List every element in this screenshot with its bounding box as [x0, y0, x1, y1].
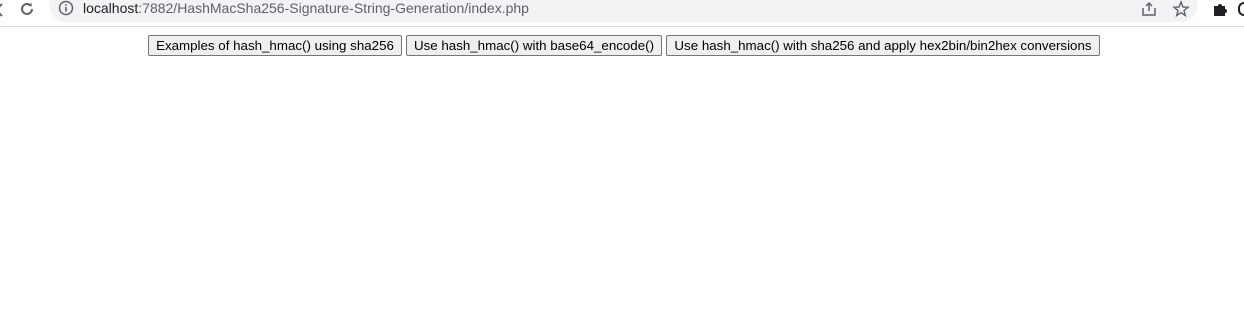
reload-button[interactable]: [16, 0, 38, 19]
url-path: :7882/HashMacSha256-Signature-String-Gen…: [138, 0, 529, 16]
share-button[interactable]: [1140, 0, 1158, 18]
profile-icon[interactable]: [1238, 2, 1244, 16]
button-row: Examples of hash_hmac() using sha256 Use…: [148, 35, 1100, 56]
browser-toolbar: localhost:7882/HashMacSha256-Signature-S…: [0, 0, 1244, 27]
address-bar[interactable]: localhost:7882/HashMacSha256-Signature-S…: [49, 0, 1198, 22]
puzzle-icon: [1214, 4, 1227, 16]
reload-icon: [21, 2, 33, 15]
share-icon: [1142, 1, 1156, 16]
extensions-button[interactable]: [1211, 0, 1229, 18]
examples-hash-hmac-sha256-button[interactable]: Examples of hash_hmac() using sha256: [148, 35, 402, 56]
hash-hmac-base64-button[interactable]: Use hash_hmac() with base64_encode(): [406, 35, 662, 56]
star-icon: [1172, 0, 1190, 18]
hash-hmac-hex-conversions-button[interactable]: Use hash_hmac() with sha256 and apply he…: [666, 35, 1100, 56]
page-content: Examples of hash_hmac() using sha256 Use…: [0, 27, 1244, 330]
info-icon[interactable]: [58, 0, 74, 16]
url-host: localhost: [83, 0, 139, 16]
url-text[interactable]: localhost:7882/HashMacSha256-Signature-S…: [83, 0, 529, 17]
bookmark-button[interactable]: [1172, 0, 1190, 18]
back-arrow-icon[interactable]: [0, 2, 6, 18]
